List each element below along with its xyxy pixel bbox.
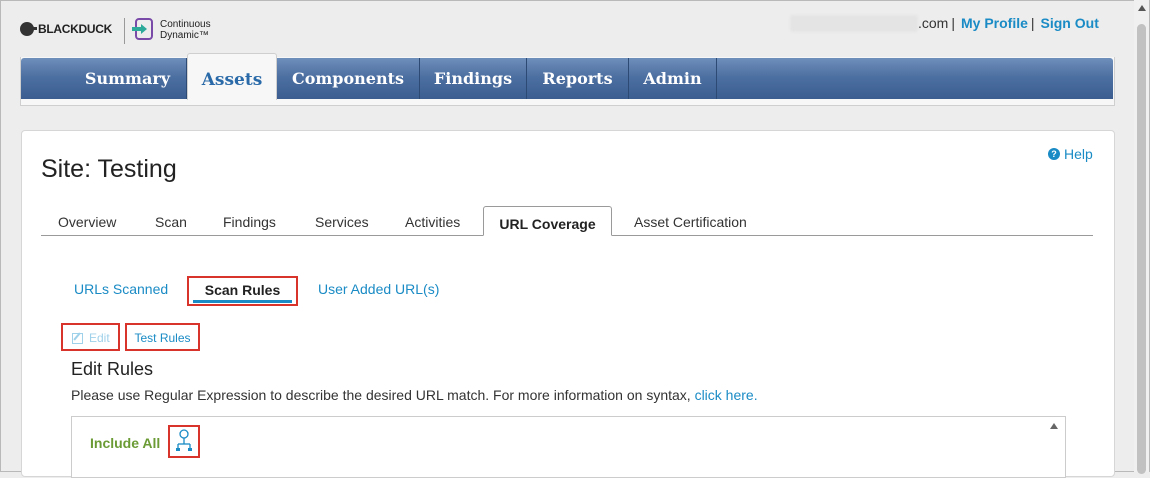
- continuous-dynamic-logo: Continuous Dynamic™: [160, 19, 211, 41]
- blackduck-logo: BLACKDUCK: [20, 22, 112, 36]
- tab-asset-certification[interactable]: Asset Certification: [634, 214, 747, 230]
- rules-panel: [71, 416, 1066, 478]
- edit-button-content: Edit: [72, 331, 110, 345]
- scrollbar-thumb[interactable]: [1137, 24, 1146, 474]
- syntax-help-link[interactable]: click here.: [695, 387, 758, 403]
- brand-line-1: Continuous: [160, 19, 211, 30]
- blackduck-logo-text: BLACKDUCK: [38, 22, 112, 36]
- scroll-up-arrow[interactable]: [1138, 5, 1146, 11]
- my-profile-link[interactable]: My Profile: [961, 15, 1028, 31]
- help-label: Help: [1064, 146, 1093, 162]
- subtab-scan-rules[interactable]: Scan Rules: [187, 276, 298, 306]
- sign-out-link[interactable]: Sign Out: [1041, 15, 1099, 31]
- link-separator: |: [1030, 15, 1035, 31]
- edit-rules-heading: Edit Rules: [71, 359, 154, 379]
- tab-overview[interactable]: Overview: [58, 214, 116, 230]
- active-subtab-underline: [193, 300, 292, 303]
- sitemap-icon: [176, 429, 192, 451]
- account-links: .com | My Profile | Sign Out: [918, 15, 1099, 31]
- nav-reports[interactable]: Reports: [527, 58, 629, 99]
- user-email: .com: [918, 15, 949, 31]
- tab-services[interactable]: Services: [315, 214, 369, 230]
- rules-description-text: Please use Regular Expression to describ…: [71, 387, 695, 403]
- include-all-label: Include All: [90, 435, 161, 451]
- link-separator: |: [951, 15, 955, 31]
- user-email-redacted: [790, 15, 918, 32]
- page-title: Site: Testing: [41, 155, 177, 183]
- tab-activities[interactable]: Activities: [405, 214, 460, 230]
- nav-assets[interactable]: Assets: [187, 53, 277, 100]
- subtab-urls-scanned[interactable]: URLs Scanned: [74, 281, 168, 297]
- brand-line-2: Dynamic™: [160, 30, 209, 41]
- add-rule-tree-button[interactable]: [168, 425, 200, 458]
- subtab-scan-rules-label: Scan Rules: [204, 282, 281, 298]
- help-circle-icon: ?: [1048, 148, 1060, 160]
- subtab-user-added-urls[interactable]: User Added URL(s): [318, 281, 439, 297]
- nav-admin[interactable]: Admin: [629, 58, 717, 99]
- logo-divider: [124, 18, 125, 44]
- panel-scroll-up-arrow[interactable]: [1050, 423, 1058, 429]
- nav-components[interactable]: Components: [277, 58, 420, 99]
- continuous-dynamic-icon: [132, 18, 153, 40]
- tab-url-coverage[interactable]: URL Coverage: [483, 206, 612, 236]
- tab-scan[interactable]: Scan: [155, 214, 187, 230]
- rules-description: Please use Regular Expression to describ…: [71, 387, 758, 403]
- tab-findings[interactable]: Findings: [223, 214, 276, 230]
- test-rules-button[interactable]: Test Rules: [125, 323, 200, 351]
- nav-summary[interactable]: Summary: [69, 58, 187, 99]
- nav-findings[interactable]: Findings: [420, 58, 527, 99]
- edit-label: Edit: [89, 331, 110, 345]
- edit-button[interactable]: Edit: [61, 323, 120, 351]
- help-link[interactable]: ? Help: [1048, 146, 1093, 162]
- duck-icon: [20, 22, 37, 36]
- pencil-icon: [72, 332, 83, 344]
